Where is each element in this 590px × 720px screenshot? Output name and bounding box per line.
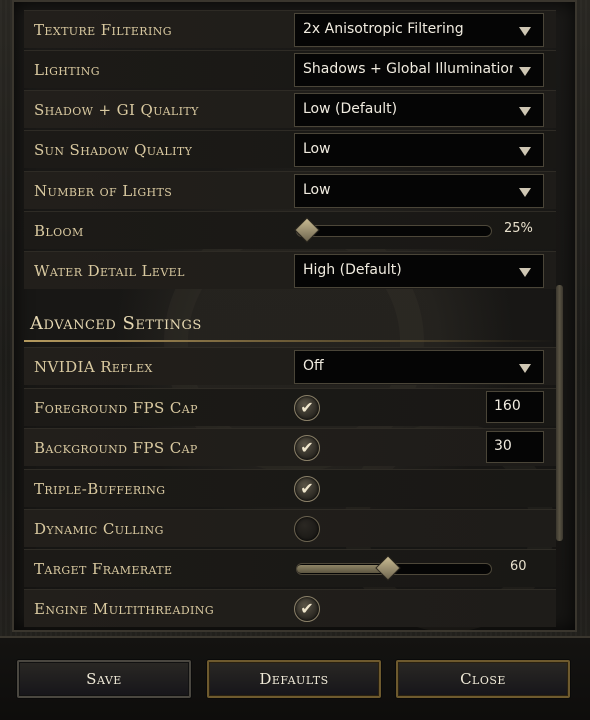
dropdown-value: Low: [303, 182, 331, 198]
slider-fill: [297, 565, 389, 573]
setting-row-texture-filtering: Texture Filtering 2x Anisotropic Filteri…: [24, 10, 556, 48]
setting-row-dynamic-culling: Dynamic Culling: [24, 509, 556, 547]
section-divider: [24, 340, 556, 342]
setting-row-number-of-lights: Number of Lights Low: [24, 171, 556, 209]
dropdown-value: 2x Anisotropic Filtering: [303, 21, 464, 37]
texture-filtering-dropdown[interactable]: 2x Anisotropic Filtering: [294, 13, 544, 47]
save-button[interactable]: Save: [17, 660, 191, 698]
engine-multithreading-checkbox[interactable]: ✔: [294, 596, 320, 622]
setting-row-water-detail-level: Water Detail Level High (Default): [24, 251, 556, 289]
setting-label: Target Framerate: [34, 560, 173, 578]
setting-label: Number of Lights: [34, 182, 173, 200]
setting-label: Water Detail Level: [34, 262, 185, 280]
setting-row-engine-multithreading: Engine Multithreading ✔: [24, 589, 556, 627]
setting-label: Texture Filtering: [34, 21, 172, 39]
setting-row-shadow-gi-quality: Shadow + GI Quality Low (Default): [24, 90, 556, 128]
setting-label: Shadow + GI Quality: [34, 101, 199, 119]
setting-label: NVIDIA Reflex: [34, 358, 153, 376]
check-icon: ✔: [300, 479, 314, 498]
setting-row-sun-shadow-quality: Sun Shadow Quality Low: [24, 130, 556, 168]
slider-thumb[interactable]: [293, 217, 320, 243]
setting-label: Lighting: [34, 61, 100, 79]
setting-row-background-fps-cap: Background FPS Cap ✔ 30: [24, 428, 556, 466]
background-fps-cap-input[interactable]: 30: [486, 431, 544, 463]
section-title-advanced: Advanced Settings: [30, 313, 202, 334]
bloom-slider[interactable]: [293, 217, 492, 243]
dropdown-value: Low: [303, 141, 331, 157]
chevron-down-icon: [519, 107, 531, 116]
setting-label: Dynamic Culling: [34, 520, 164, 538]
setting-label: Bloom: [34, 222, 84, 240]
setting-label: Engine Multithreading: [34, 600, 215, 618]
dropdown-value: Low (Default): [303, 101, 398, 117]
setting-label: Background FPS Cap: [34, 439, 198, 457]
chevron-down-icon: [519, 364, 531, 373]
chevron-down-icon: [519, 67, 531, 76]
setting-row-foreground-fps-cap: Foreground FPS Cap ✔ 160: [24, 388, 556, 426]
dropdown-value: High (Default): [303, 262, 402, 278]
slider-thumb[interactable]: [375, 555, 401, 581]
background-fps-cap-checkbox[interactable]: ✔: [294, 435, 320, 461]
target-framerate-slider[interactable]: [296, 555, 492, 581]
bloom-value: 25%: [504, 221, 533, 236]
setting-label: Sun Shadow Quality: [34, 141, 193, 159]
sun-shadow-quality-dropdown[interactable]: Low: [294, 133, 544, 167]
scrollbar-thumb[interactable]: [556, 285, 563, 541]
setting-row-lighting: Lighting Shadows + Global Illumination: [24, 50, 556, 88]
chevron-down-icon: [519, 27, 531, 36]
defaults-button[interactable]: Defaults: [207, 660, 381, 698]
chevron-down-icon: [519, 268, 531, 277]
chevron-down-icon: [519, 188, 531, 197]
lighting-dropdown[interactable]: Shadows + Global Illumination: [294, 53, 544, 87]
setting-row-target-framerate: Target Framerate 60: [24, 549, 556, 587]
check-icon: ✔: [300, 398, 314, 417]
chevron-down-icon: [519, 147, 531, 156]
water-detail-level-dropdown[interactable]: High (Default): [294, 254, 544, 288]
dropdown-value: Shadows + Global Illumination: [303, 61, 513, 77]
shadow-gi-quality-dropdown[interactable]: Low (Default): [294, 93, 544, 127]
foreground-fps-cap-checkbox[interactable]: ✔: [294, 395, 320, 421]
target-framerate-value: 60: [510, 559, 527, 574]
check-icon: ✔: [300, 438, 314, 457]
triple-buffering-checkbox[interactable]: ✔: [294, 476, 320, 502]
setting-label: Triple-Buffering: [34, 480, 166, 498]
number-of-lights-dropdown[interactable]: Low: [294, 174, 544, 208]
foreground-fps-cap-input[interactable]: 160: [486, 391, 544, 423]
setting-row-triple-buffering: Triple-Buffering ✔: [24, 469, 556, 507]
nvidia-reflex-dropdown[interactable]: Off: [294, 350, 544, 384]
check-icon: ✔: [300, 599, 314, 618]
close-button[interactable]: Close: [396, 660, 570, 698]
dynamic-culling-checkbox[interactable]: [294, 516, 320, 542]
setting-label: Foreground FPS Cap: [34, 399, 198, 417]
dropdown-value: Off: [303, 358, 324, 374]
setting-row-nvidia-reflex: NVIDIA Reflex Off: [24, 347, 556, 385]
setting-row-bloom: Bloom 25%: [24, 211, 556, 249]
